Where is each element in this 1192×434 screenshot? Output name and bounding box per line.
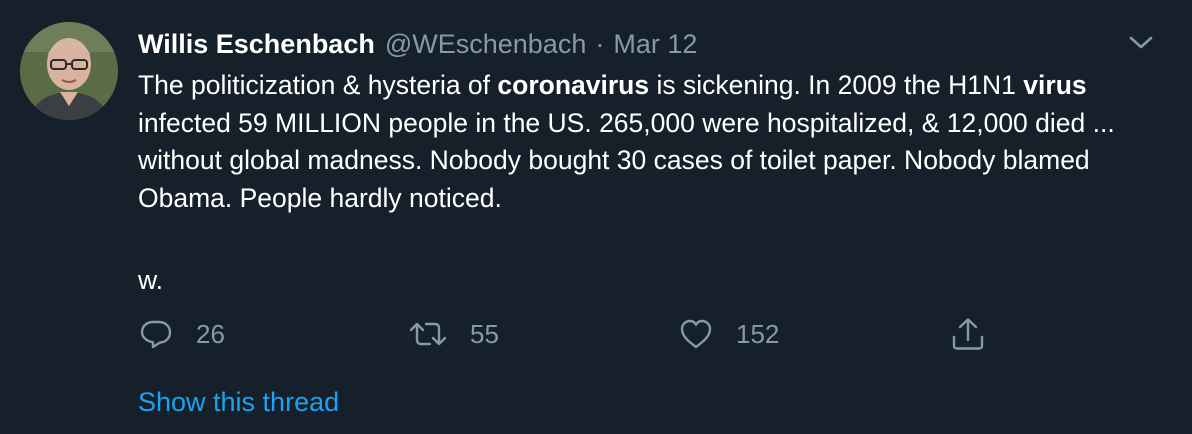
heart-icon xyxy=(680,319,712,349)
tweet-text-part: The politicization & hysteria of xyxy=(138,70,498,100)
tweet-text-part: infected 59 MILLION people in the US. 26… xyxy=(138,107,1115,213)
retweet-button[interactable]: 55 xyxy=(408,316,499,352)
more-options-button[interactable] xyxy=(1126,30,1156,54)
retweet-count: 55 xyxy=(470,318,499,349)
reply-count: 26 xyxy=(196,318,225,349)
tweet-header: Willis Eschenbach @WEschenbach · Mar 12 xyxy=(138,26,697,62)
share-icon xyxy=(952,318,984,350)
like-button[interactable]: 152 xyxy=(678,316,779,352)
avatar[interactable] xyxy=(20,22,118,120)
tweet[interactable]: Willis Eschenbach @WEschenbach · Mar 12 … xyxy=(0,0,1192,434)
avatar-photo xyxy=(20,22,118,120)
author-name[interactable]: Willis Eschenbach xyxy=(138,29,375,60)
tweet-signature: w. xyxy=(138,265,164,295)
tweet-date[interactable]: Mar 12 xyxy=(613,29,697,60)
hashtag-term: coronavirus xyxy=(497,70,650,100)
like-count: 152 xyxy=(736,318,780,349)
reply-button[interactable]: 26 xyxy=(138,316,225,352)
retweet-icon xyxy=(409,322,447,346)
separator-dot: · xyxy=(595,28,605,59)
share-button[interactable] xyxy=(948,316,988,352)
tweet-text: The politicization & hysteria of coronav… xyxy=(138,67,1148,217)
chevron-down-icon xyxy=(1129,36,1153,49)
reply-icon xyxy=(140,320,172,349)
hashtag-term: virus xyxy=(1023,70,1087,100)
show-thread-link[interactable]: Show this thread xyxy=(138,384,339,420)
author-handle[interactable]: @WEschenbach xyxy=(385,29,587,60)
tweet-text-part: is sickening. In 2009 the H1N1 xyxy=(649,70,1024,100)
